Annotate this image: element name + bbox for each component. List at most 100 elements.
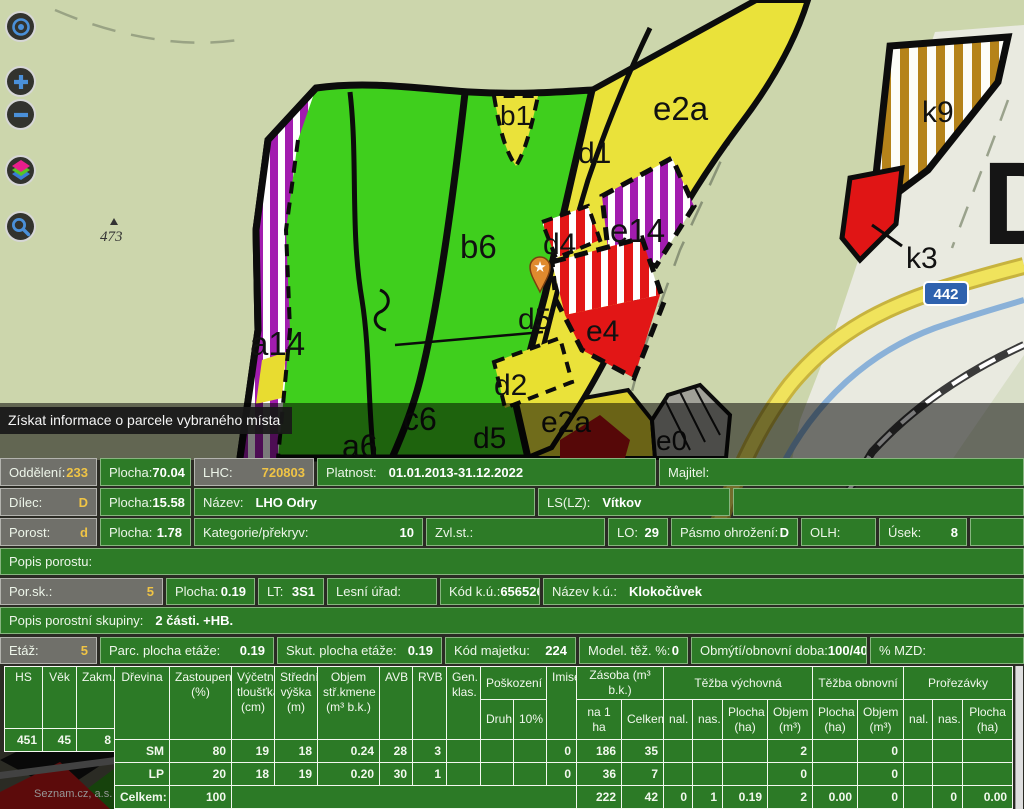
tezba-obnovni-header: Těžba obnovní (813, 667, 904, 700)
cell: 19 (232, 740, 275, 763)
field-label: Popis porostní skupiny: (9, 613, 143, 628)
cell (813, 740, 858, 763)
search-button[interactable] (5, 211, 36, 242)
field-value: 0.19 (221, 584, 246, 599)
cell: 28 (380, 740, 413, 763)
cell: 1 (413, 763, 447, 786)
field-lt: LT:3S1 (258, 578, 324, 605)
panel-scrollbar[interactable] (1015, 666, 1023, 809)
field-lhc: LHC:720803 (194, 458, 314, 486)
district-letter: D (982, 138, 1024, 270)
field-nazev: Název:LHO Odry (194, 488, 535, 516)
total-label: Celkem: (115, 786, 170, 809)
cell: 0 (933, 786, 963, 809)
plocha-ha-header: Plocha (ha) (723, 700, 768, 740)
vek-header: Věk (43, 667, 77, 729)
field-label: LHC: (203, 465, 233, 480)
poskozeni-header: Poškození (481, 667, 547, 700)
zoom-out-button[interactable] (5, 99, 36, 130)
cell: 7 (622, 763, 664, 786)
svg-text:442: 442 (933, 286, 958, 303)
objem-m3-header: Objem (m³) (858, 700, 904, 740)
app-window: { "map": { "labels": { "b1":"b1","d1":"d… (0, 0, 1024, 809)
cell (693, 740, 723, 763)
parcel-label-b6: b6 (460, 228, 497, 265)
cell: 0.24 (318, 740, 380, 763)
field-value: 8 (951, 525, 958, 540)
field-label: Platnost: (326, 465, 377, 480)
field-value: 15.58 (152, 495, 185, 510)
field-value: 2 části. +HB. (155, 613, 233, 628)
table-row: 451 45 8 (5, 729, 117, 752)
cell (514, 740, 547, 763)
field-label: Majitel: (668, 465, 709, 480)
cell: 1 (693, 786, 723, 809)
locate-button[interactable] (5, 11, 36, 42)
parcel-label-a14: a14 (250, 325, 305, 362)
field-olh: OLH: (801, 518, 876, 546)
field-label: Pásmo ohrožení: (680, 525, 778, 540)
pct10-header: 10% (514, 700, 547, 740)
gen-klas-header: Gen. klas. (447, 667, 481, 740)
field-oddeleni: Oddělení:233 (0, 458, 97, 486)
field-value: D (780, 525, 789, 540)
field-value: 0 (672, 643, 679, 658)
field-lo: LO:29 (608, 518, 668, 546)
field-popis-porostu: Popis porostu: (0, 548, 1024, 575)
stredni-header: Střední výška (m) (275, 667, 318, 740)
cell: LP (115, 763, 170, 786)
field-value: D (79, 495, 88, 510)
field-oddeleni-plocha: Plocha:70.04 (100, 458, 191, 486)
cell: 0.19 (723, 786, 768, 809)
cell: SM (115, 740, 170, 763)
field-ls-lz: LS(LZ):Vítkov (538, 488, 730, 516)
cell: 100 (170, 786, 232, 809)
field-skut-plocha-etaze: Skut. plocha etáže:0.19 (277, 637, 442, 664)
locate-icon (10, 16, 32, 38)
field-kategorie: Kategorie/překryv:10 (194, 518, 423, 546)
hs-table: HS Věk Zakm. 451 45 8 (4, 666, 117, 752)
road-sign-442: 442 (924, 282, 968, 305)
cell: 0 (664, 786, 693, 809)
layers-button[interactable] (5, 155, 36, 186)
cell (933, 740, 963, 763)
zoom-in-button[interactable] (5, 66, 36, 97)
field-value: 10 (400, 525, 414, 540)
cell: 0 (858, 763, 904, 786)
field-mzd: % MZD: (870, 637, 1024, 664)
objem-m3-header: Objem (m³) (768, 700, 813, 740)
cell: 3 (413, 740, 447, 763)
field-label: LS(LZ): (547, 495, 590, 510)
cell: 0 (858, 786, 904, 809)
cell: 80 (170, 740, 232, 763)
field-porost-plocha: Plocha:1.78 (100, 518, 191, 546)
field-label: Název: (203, 495, 243, 510)
field-label: Porost: (9, 525, 50, 540)
field-por-sk-plocha: Plocha:0.19 (166, 578, 255, 605)
field-popis-skupiny: Popis porostní skupiny: 2 části. +HB. (0, 607, 1024, 634)
drevina-header: Dřevina (115, 667, 170, 740)
plus-icon (10, 71, 32, 93)
info-tool-message: Získat informace o parcele vybraného mís… (0, 407, 292, 434)
field-value: 3S1 (292, 584, 315, 599)
field-majitel: Majitel: (659, 458, 1024, 486)
tezba-vychovna-header: Těžba výchovná (664, 667, 813, 700)
cell: 2 (768, 786, 813, 809)
cell: 0 (768, 763, 813, 786)
vycetni-header: Výčetní tloušťka (cm) (232, 667, 275, 740)
field-label: Plocha: (109, 495, 152, 510)
cell (904, 740, 933, 763)
cell: 0.00 (813, 786, 858, 809)
field-por-sk: Por.sk.:5 (0, 578, 163, 605)
cell: 0 (547, 763, 577, 786)
field-dilec: Dílec:D (0, 488, 97, 516)
cell (723, 740, 768, 763)
nas-header: nas. (693, 700, 723, 740)
field-label: Oddělení: (9, 465, 65, 480)
parcel-label-b1: b1 (500, 100, 531, 131)
parcel-label-k9: k9 (922, 96, 954, 129)
cell (723, 763, 768, 786)
cell-vek: 45 (43, 729, 77, 752)
field-value: 29 (645, 525, 659, 540)
field-label: Úsek: (888, 525, 921, 540)
